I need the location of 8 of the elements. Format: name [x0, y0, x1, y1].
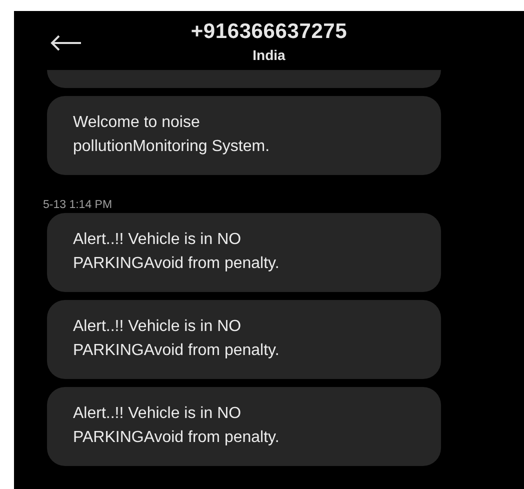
contact-country: India [252, 47, 286, 63]
message-bubble: Alert..!! Vehicle is in NO PARKINGAvoid from penalty. [47, 387, 441, 466]
message-timestamp: 5-13 1:14 PM [43, 199, 114, 211]
back-arrow-icon[interactable] [50, 34, 82, 52]
contact-number: +916366637275 [190, 20, 348, 44]
message-bubble: Welcome to noise pollutionMonitoring System. [47, 96, 441, 175]
message-bubble: Alert..!! Vehicle is in NO PARKINGAvoid from penalty. [47, 300, 441, 379]
message-bubble: Alert..!! Vehicle is in NO PARKINGAvoid from penalty. [47, 213, 441, 292]
